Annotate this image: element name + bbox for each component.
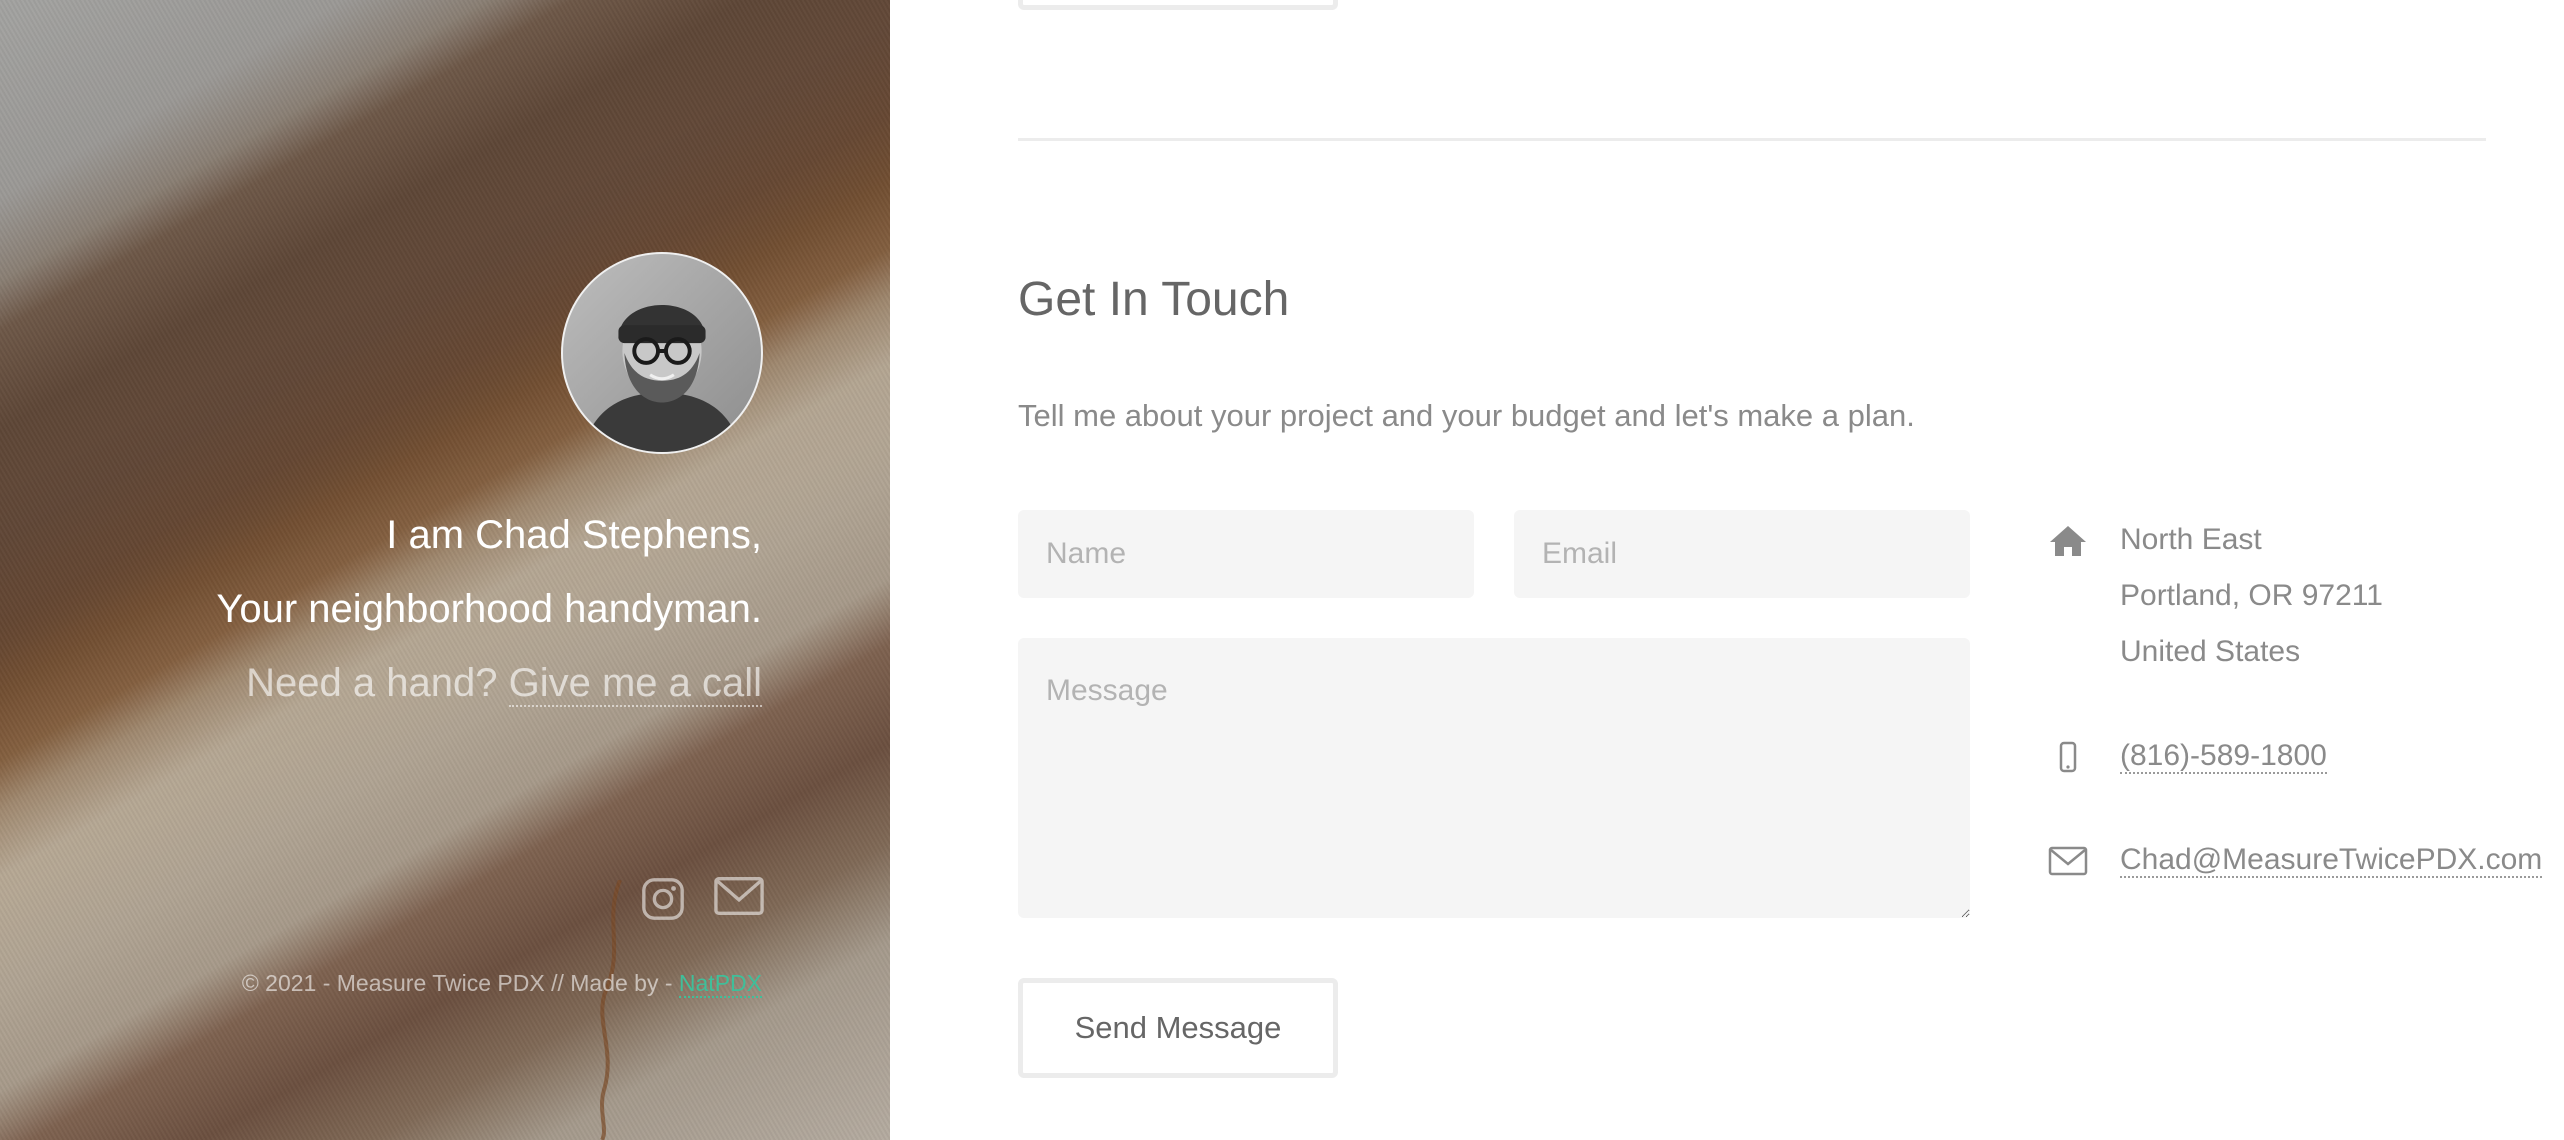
hero-panel: I am Chad Stephens, Your neighborhood ha…: [0, 0, 890, 1140]
home-icon: [2048, 522, 2088, 558]
hero-tagline: Your neighborhood handyman.: [216, 587, 762, 631]
section-divider: [1018, 138, 2486, 141]
previous-button-edge: [1018, 0, 1338, 10]
wood-crack-decoration: [600, 880, 622, 1140]
mobile-phone-icon: [2048, 738, 2088, 774]
address-block: North East Portland, OR 97211 United Sta…: [2048, 512, 2564, 680]
copyright: © 2021 - Measure Twice PDX // Made by - …: [241, 970, 762, 998]
social-links: [640, 876, 764, 922]
instagram-icon[interactable]: [640, 876, 688, 922]
call-link[interactable]: Give me a call: [508, 661, 762, 707]
avatar-portrait: [563, 254, 761, 452]
section-intro: Tell me about your project and your budg…: [1018, 398, 1915, 433]
hero-name-line: I am Chad Stephens,: [386, 513, 762, 557]
phone-block: (816)-589-1800: [2048, 728, 2564, 784]
message-textarea[interactable]: [1018, 638, 1970, 918]
hero-cta-text: Need a hand?: [246, 661, 498, 705]
name-input[interactable]: [1018, 510, 1474, 598]
hero-cta: Need a hand? Give me a call: [216, 646, 762, 720]
address-line-1: North East: [2120, 523, 2262, 556]
hero-intro: I am Chad Stephens, Your neighborhood ha…: [216, 498, 762, 720]
section-title: Get In Touch: [1018, 273, 1290, 326]
address-line-2: Portland, OR 97211: [2120, 579, 2383, 612]
contact-section: Get In Touch Tell me about your project …: [890, 0, 2564, 1140]
email-link[interactable]: Chad@MeasureTwicePDX.com: [2120, 843, 2543, 878]
envelope-icon[interactable]: [714, 876, 764, 922]
copyright-text: © 2021 - Measure Twice PDX // Made by -: [241, 970, 673, 996]
send-message-button[interactable]: Send Message: [1018, 978, 1338, 1078]
email-block: Chad@MeasureTwicePDX.com: [2048, 832, 2564, 888]
phone-link[interactable]: (816)-589-1800: [2120, 739, 2327, 774]
email-input[interactable]: [1514, 510, 1970, 598]
contact-info: North East Portland, OR 97211 United Sta…: [2048, 512, 2564, 888]
envelope-icon: [2048, 842, 2088, 878]
address-line-3: United States: [2120, 635, 2301, 668]
avatar: [561, 252, 763, 454]
natpdx-link[interactable]: NatPDX: [678, 970, 762, 998]
